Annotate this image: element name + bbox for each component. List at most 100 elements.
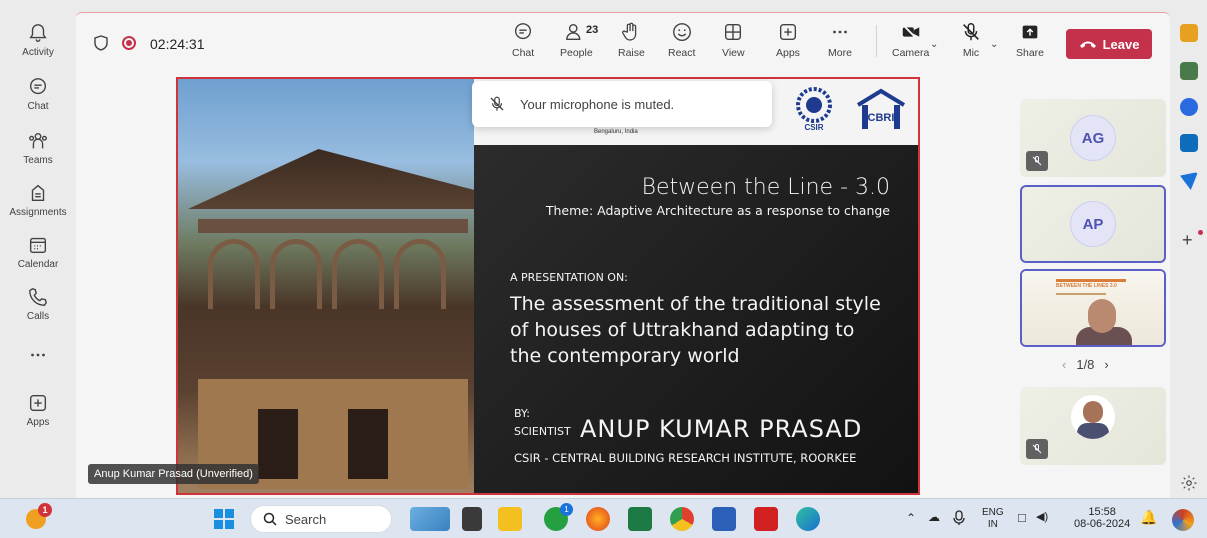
rail-item-calls[interactable]: Calls — [0, 286, 76, 322]
word-icon[interactable] — [712, 507, 736, 531]
share-button[interactable]: Share — [1016, 21, 1044, 59]
briefcase-icon[interactable] — [1180, 24, 1198, 42]
rail-item-activity[interactable]: Activity — [0, 22, 76, 58]
copilot-icon[interactable] — [1180, 98, 1198, 116]
rail-label: Teams — [23, 155, 53, 166]
chat-icon — [515, 23, 532, 40]
react-label: React — [668, 47, 696, 59]
avatar: AP — [1070, 201, 1116, 247]
participant-tile[interactable]: AG — [1020, 99, 1166, 177]
apps-button[interactable]: Apps — [776, 21, 800, 59]
excel-icon[interactable] — [628, 507, 652, 531]
mic-muted-toast: Your microphone is muted. — [472, 81, 772, 127]
camera-label: Camera — [892, 47, 930, 59]
participant-pager: ‹ 1/8 › — [1062, 357, 1109, 372]
acrobat-icon[interactable] — [754, 507, 778, 531]
rail-item-chat[interactable]: Chat — [0, 76, 76, 112]
slide-theme: Theme: Adaptive Architecture as a respon… — [545, 203, 890, 218]
view-button[interactable]: View — [722, 21, 745, 59]
participant-tile[interactable]: AP — [1020, 185, 1166, 263]
bell-icon — [29, 24, 47, 42]
apps-label: Apps — [776, 47, 800, 59]
slide-pre-heading: A PRESENTATION ON: — [510, 271, 628, 284]
add-icon[interactable]: + — [1182, 230, 1193, 251]
svg-text:CBRI: CBRI — [868, 112, 895, 124]
mic-button[interactable]: Mic — [960, 21, 982, 59]
raise-label: Raise — [618, 47, 645, 59]
meeting-stage: 02:24:31 Chat 23 People Raise React View… — [76, 12, 1170, 498]
people-button[interactable]: 23 People — [560, 21, 598, 59]
task-view-icon[interactable] — [462, 507, 482, 531]
mic-tray-icon[interactable] — [952, 510, 966, 526]
mic-off-icon — [490, 96, 504, 111]
calendar-icon — [29, 237, 47, 254]
chevron-right-icon[interactable]: › — [1104, 357, 1108, 372]
network-icon[interactable]: □ — [1018, 510, 1026, 525]
cbri-logo: CBRI — [856, 88, 906, 129]
share-label: Share — [1016, 47, 1045, 59]
taskbar-search[interactable]: Search — [250, 505, 392, 533]
people-count: 23 — [586, 24, 599, 36]
slide-location: Bengaluru, India — [594, 129, 638, 135]
windows-start-icon[interactable] — [214, 509, 234, 529]
windows-taskbar: 1 Search 1 ⌃ ☁ ENG IN □ ◀) 15:58 08-06-2… — [0, 498, 1207, 538]
more-button[interactable]: More — [828, 21, 852, 59]
people-label: People — [560, 47, 593, 59]
chrome-icon[interactable] — [670, 507, 694, 531]
outlook-icon[interactable] — [1180, 134, 1198, 152]
notifications-bell-icon[interactable]: 🔔 — [1140, 509, 1157, 526]
hand-icon — [622, 22, 637, 41]
participant-tile-video[interactable]: BETWEEN THE LINES 3.0 — [1020, 269, 1166, 347]
copilot-taskbar-icon[interactable] — [1172, 509, 1194, 531]
edge-icon[interactable] — [796, 507, 820, 531]
mic-off-icon — [1032, 156, 1042, 166]
shield-icon[interactable] — [94, 35, 108, 51]
slide-institute: CSIR - CENTRAL BUILDING RESEARCH INSTITU… — [514, 451, 857, 465]
chevron-left-icon[interactable]: ‹ — [1062, 357, 1066, 372]
slide-main-line: The assessment of the traditional style — [510, 293, 881, 315]
language-indicator[interactable]: ENG IN — [982, 507, 1004, 531]
mic-options-chevron-icon[interactable]: ⌄ — [990, 39, 998, 50]
participant-tile[interactable] — [1020, 387, 1166, 465]
camera-off-icon — [901, 24, 919, 41]
widgets-icon[interactable] — [410, 507, 450, 531]
phone-icon — [29, 287, 48, 306]
rail-item-teams[interactable]: Teams — [0, 130, 76, 166]
more-icon — [833, 30, 847, 34]
translator-icon[interactable] — [1180, 62, 1198, 80]
camera-options-chevron-icon[interactable]: ⌄ — [930, 39, 938, 50]
clock[interactable]: 15:58 08-06-2024 — [1074, 506, 1130, 530]
rail-item-assignments[interactable]: Assignments — [0, 182, 76, 218]
share-icon — [1022, 25, 1038, 39]
firefox-icon[interactable] — [586, 507, 610, 531]
presenter-name-tag: Anup Kumar Prasad (Unverified) — [88, 464, 259, 484]
rail-label: Chat — [27, 101, 49, 112]
chat-button[interactable]: Chat — [512, 21, 534, 59]
settings-gear-icon[interactable] — [1180, 474, 1198, 492]
meeting-timer: 02:24:31 — [150, 36, 205, 52]
camera-button[interactable]: Camera — [892, 21, 929, 59]
leave-button[interactable]: Leave — [1066, 29, 1152, 59]
rail-item-more[interactable] — [0, 344, 76, 369]
send-icon[interactable] — [1180, 172, 1198, 190]
participant-video: BETWEEN THE LINES 3.0 — [1022, 271, 1164, 345]
people-icon — [566, 23, 581, 41]
recording-icon — [122, 36, 136, 50]
cloud-sync-icon[interactable]: ☁ — [928, 510, 940, 524]
tray-chevron-up-icon[interactable]: ⌃ — [906, 511, 916, 525]
react-button[interactable]: React — [668, 21, 695, 59]
teams-icon — [29, 132, 47, 149]
raise-hand-button[interactable]: Raise — [618, 21, 645, 59]
slide-main-line: of houses of Uttrakhand adapting to — [510, 319, 855, 341]
slide-main-title: The assessment of the traditional style … — [510, 291, 918, 369]
clock-time: 15:58 — [1088, 506, 1116, 518]
slide-title: Between the Line - 3.0 — [641, 175, 890, 200]
toast-text: Your microphone is muted. — [520, 96, 675, 112]
file-explorer-icon[interactable] — [498, 507, 522, 531]
search-label: Search — [285, 511, 327, 527]
house-photo — [178, 79, 478, 493]
rail-item-apps[interactable]: Apps — [0, 392, 76, 428]
rail-item-calendar[interactable]: Calendar — [0, 234, 76, 270]
volume-icon[interactable]: ◀) — [1036, 510, 1048, 523]
more-label: More — [828, 47, 852, 59]
